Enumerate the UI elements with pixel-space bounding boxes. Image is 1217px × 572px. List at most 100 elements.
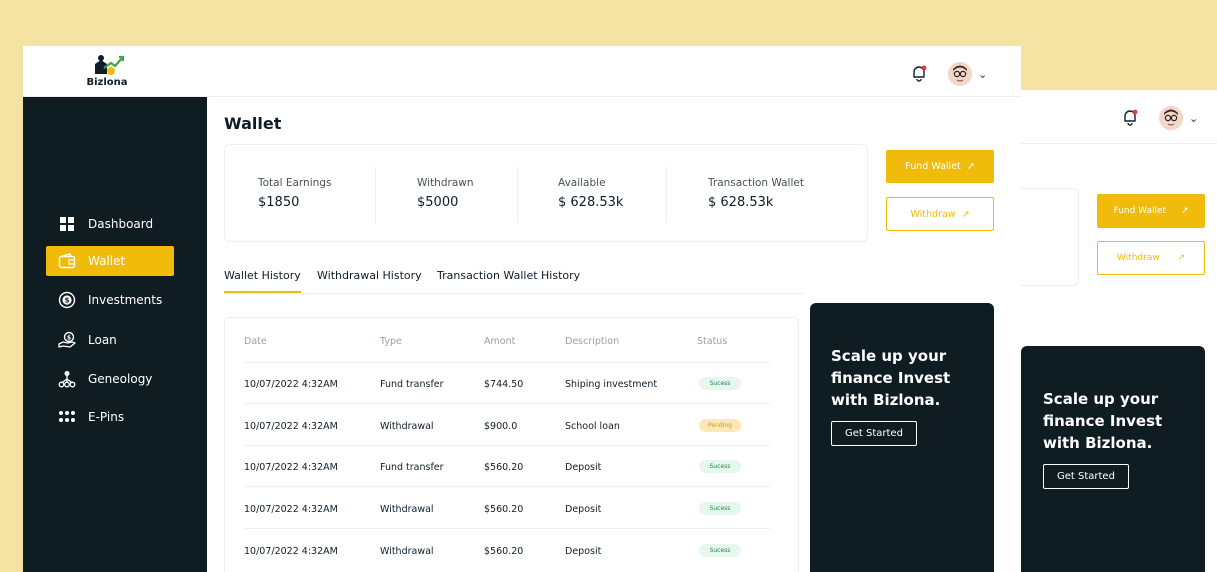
hand-money-icon: $ (58, 331, 76, 349)
stat-label: Total Earnings (258, 177, 332, 189)
dots-grid-icon (58, 408, 76, 426)
logo-icon (95, 55, 125, 75)
background-window: ⌄ Fund Wallet ↗ Withdraw ↗ Scale up your… (1021, 90, 1217, 572)
sidebar-item-label: Wallet (88, 254, 126, 268)
bell-icon[interactable] (1121, 108, 1139, 126)
column-header-description: Description (565, 336, 620, 347)
cell-description: Deposit (565, 504, 602, 515)
status-badge: Sucess (699, 502, 741, 515)
stat-available: Available $ 628.53k (558, 177, 623, 210)
cell-date: 10/07/2022 4:32AM (244, 421, 338, 432)
sidebar-item-geneology[interactable]: Geneology (46, 364, 174, 394)
status-badge: Sucess (699, 460, 741, 473)
divider (517, 167, 518, 223)
cell-description: School loan (565, 421, 620, 432)
sidebar-item-label: Investments (88, 293, 163, 307)
stat-value: $ 628.53k (558, 195, 624, 210)
stat-withdrawn: Withdrawn $5000 (417, 177, 474, 210)
tab-withdrawal-history[interactable]: Withdrawal History (317, 269, 422, 293)
back-get-started-button[interactable]: Get Started (1043, 464, 1129, 489)
cell-amount: $560.20 (484, 546, 524, 557)
back-header: ⌄ (1021, 90, 1217, 144)
sidebar-item-e-pins[interactable]: E-Pins (46, 402, 174, 432)
chevron-down-icon[interactable]: ⌄ (978, 68, 987, 81)
promo-card: Scale up your finance Invest with Bizlon… (810, 303, 994, 572)
back-fund-wallet-button[interactable]: Fund Wallet ↗ (1097, 194, 1205, 228)
cell-type: Withdrawal (380, 421, 434, 432)
table-row[interactable]: 10/07/2022 4:32AM Withdrawal $560.20 Dep… (244, 488, 770, 529)
arrow-icon: ↗ (966, 161, 975, 172)
arrow-icon: ↗ (1177, 253, 1185, 263)
cell-date: 10/07/2022 4:32AM (244, 546, 338, 557)
page-title: Wallet (224, 114, 282, 133)
stat-label: Available (558, 177, 606, 189)
fund-wallet-label: Fund Wallet (905, 161, 961, 172)
tab-transaction-wallet-history[interactable]: Transaction Wallet History (437, 269, 580, 293)
back-stats-card (1021, 188, 1079, 286)
withdraw-label: Withdraw (910, 208, 956, 220)
status-badge: Pending (699, 419, 741, 432)
back-promo-card: Scale up your finance Invest with Bizlon… (1021, 346, 1205, 572)
avatar-icon[interactable] (948, 62, 972, 86)
wallet-history-table: Date Type Amont Description Status 10/07… (224, 317, 799, 572)
bell-icon[interactable] (910, 64, 928, 82)
svg-text:$: $ (67, 334, 71, 341)
column-header-amount: Amont (484, 336, 516, 347)
table-row[interactable]: 10/07/2022 4:32AM Fund transfer $560.20 … (244, 446, 770, 487)
avatar-icon[interactable] (1159, 106, 1183, 130)
main-window: Bizlona ⌄ Dashboard Wallet $ Investments… (23, 46, 1021, 572)
sidebar-item-label: Loan (88, 333, 117, 347)
sidebar-item-label: Geneology (88, 372, 153, 386)
tab-wallet-history[interactable]: Wallet History (224, 269, 301, 293)
cell-amount: $560.20 (484, 462, 524, 473)
cell-date: 10/07/2022 4:32AM (244, 462, 338, 473)
column-header-date: Date (244, 336, 267, 347)
sidebar-item-investments[interactable]: $ Investments (46, 285, 174, 315)
grid-icon (58, 215, 76, 233)
cell-type: Fund transfer (380, 379, 444, 390)
sidebar-item-label: E-Pins (88, 410, 125, 424)
cell-type: Withdrawal (380, 504, 434, 515)
column-header-status: Status (697, 336, 728, 347)
stat-value: $5000 (417, 195, 459, 210)
arrow-icon: ↗ (961, 208, 970, 220)
stat-transaction-wallet: Transaction Wallet $ 628.53k (708, 177, 804, 210)
table-row[interactable]: 10/07/2022 4:32AM Withdrawal $900.0 Scho… (244, 405, 770, 446)
stat-value: $ 628.53k (708, 195, 774, 210)
sidebar-item-dashboard[interactable]: Dashboard (46, 209, 174, 239)
wallet-stats-card: Total Earnings $1850 Withdrawn $5000 Ava… (224, 144, 868, 242)
back-withdraw-label: Withdraw (1116, 253, 1160, 263)
cell-date: 10/07/2022 4:32AM (244, 379, 338, 390)
sidebar-item-loan[interactable]: $ Loan (46, 325, 174, 355)
history-tabs: Wallet History Withdrawal History Transa… (224, 269, 804, 294)
cell-amount: $560.20 (484, 504, 524, 515)
brand-name: Bizlona (86, 77, 128, 88)
sidebar-item-label: Dashboard (88, 217, 154, 231)
back-fund-label: Fund Wallet (1113, 206, 1167, 216)
back-withdraw-button[interactable]: Withdraw ↗ (1097, 241, 1205, 275)
divider (666, 167, 667, 223)
brand-logo[interactable]: Bizlona (85, 54, 129, 88)
cell-description: Deposit (565, 546, 602, 557)
cell-description: Deposit (565, 462, 602, 473)
stat-label: Transaction Wallet (708, 177, 804, 189)
table-row[interactable]: 10/07/2022 4:32AM Withdrawal $560.20 Dep… (244, 530, 770, 571)
stat-label: Withdrawn (417, 177, 474, 189)
cell-amount: $900.0 (484, 421, 518, 432)
withdraw-button[interactable]: Withdraw ↗ (886, 197, 994, 231)
promo-text: Scale up your finance Invest with Bizlon… (831, 347, 951, 409)
fund-wallet-button[interactable]: Fund Wallet ↗ (886, 150, 994, 183)
sidebar-item-wallet[interactable]: Wallet (46, 246, 174, 276)
get-started-button[interactable]: Get Started (831, 421, 917, 446)
wallet-icon (58, 252, 76, 270)
divider (375, 167, 376, 223)
chevron-down-icon[interactable]: ⌄ (1189, 112, 1198, 125)
arrow-icon: ↗ (1180, 206, 1189, 216)
column-header-type: Type (380, 336, 402, 347)
main-content: Wallet Total Earnings $1850 Withdrawn $5… (207, 97, 1021, 572)
stat-total-earnings: Total Earnings $1850 (258, 177, 331, 210)
status-badge: Sucess (699, 544, 741, 557)
cell-type: Withdrawal (380, 546, 434, 557)
back-promo-text: Scale up your finance Invest with Bizlon… (1043, 390, 1163, 452)
table-row[interactable]: 10/07/2022 4:32AM Fund transfer $744.50 … (244, 363, 770, 404)
